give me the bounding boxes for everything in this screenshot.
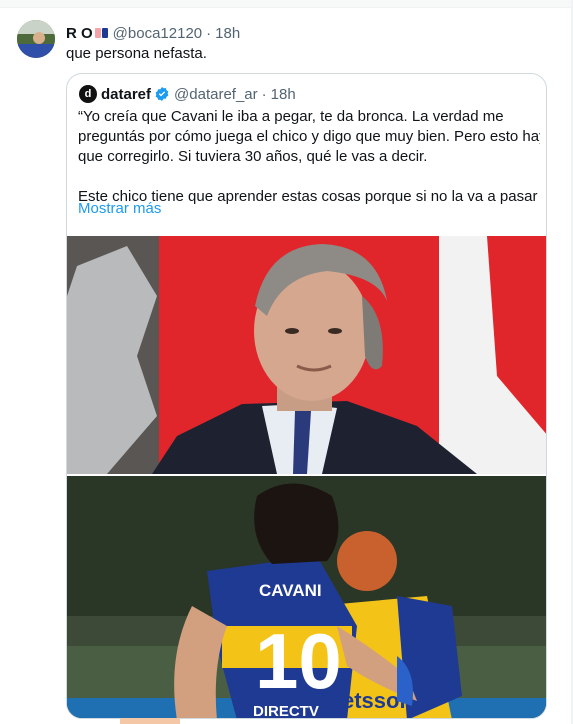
quoted-timestamp[interactable]: 18h bbox=[271, 86, 296, 103]
tweet-header: R O @boca12120 · 18h bbox=[66, 23, 240, 43]
quoted-text-line: que corregirlo. Si tuviera 30 años, qué … bbox=[78, 148, 428, 165]
media-image-bottom[interactable]: etsson CAVANI 10 DIRECTV bbox=[67, 476, 546, 719]
quoted-tweet[interactable]: d dataref @dataref_ar · 18h “Yo creía qu… bbox=[66, 73, 547, 719]
tweet-text: que persona nefasta. bbox=[66, 45, 207, 62]
show-more-link[interactable]: Mostrar más bbox=[78, 200, 161, 217]
quoted-text-line: preguntás por cómo juega el chico y digo… bbox=[78, 128, 540, 145]
user-handle[interactable]: @boca12120 bbox=[113, 25, 202, 42]
flag-emoji-icon bbox=[94, 28, 109, 38]
top-divider bbox=[0, 0, 573, 8]
quoted-tweet-header: d dataref @dataref_ar · 18h bbox=[79, 84, 296, 104]
separator-dot: · bbox=[206, 24, 212, 42]
quoted-handle[interactable]: @dataref_ar bbox=[174, 86, 258, 103]
display-name[interactable]: R O bbox=[66, 25, 93, 42]
jersey-name: CAVANI bbox=[259, 581, 322, 600]
avatar[interactable] bbox=[17, 20, 55, 58]
separator-dot: · bbox=[261, 85, 267, 103]
quoted-display-name[interactable]: dataref bbox=[101, 86, 151, 103]
media-image-top[interactable] bbox=[67, 236, 546, 474]
quoted-text-line: “Yo creía que Cavani le iba a pegar, te … bbox=[78, 108, 504, 125]
jersey-number: 10 bbox=[255, 617, 342, 705]
tweet[interactable]: R O @boca12120 · 18h que persona nefasta… bbox=[0, 8, 571, 724]
quoted-tweet-text: “Yo creía que Cavani le iba a pegar, te … bbox=[78, 107, 540, 207]
timestamp[interactable]: 18h bbox=[215, 25, 240, 42]
partial-element bbox=[120, 718, 180, 724]
verified-badge-icon bbox=[155, 87, 169, 101]
quoted-avatar[interactable]: d bbox=[79, 85, 97, 103]
sponsor-text-1: DIRECTV bbox=[253, 703, 319, 719]
